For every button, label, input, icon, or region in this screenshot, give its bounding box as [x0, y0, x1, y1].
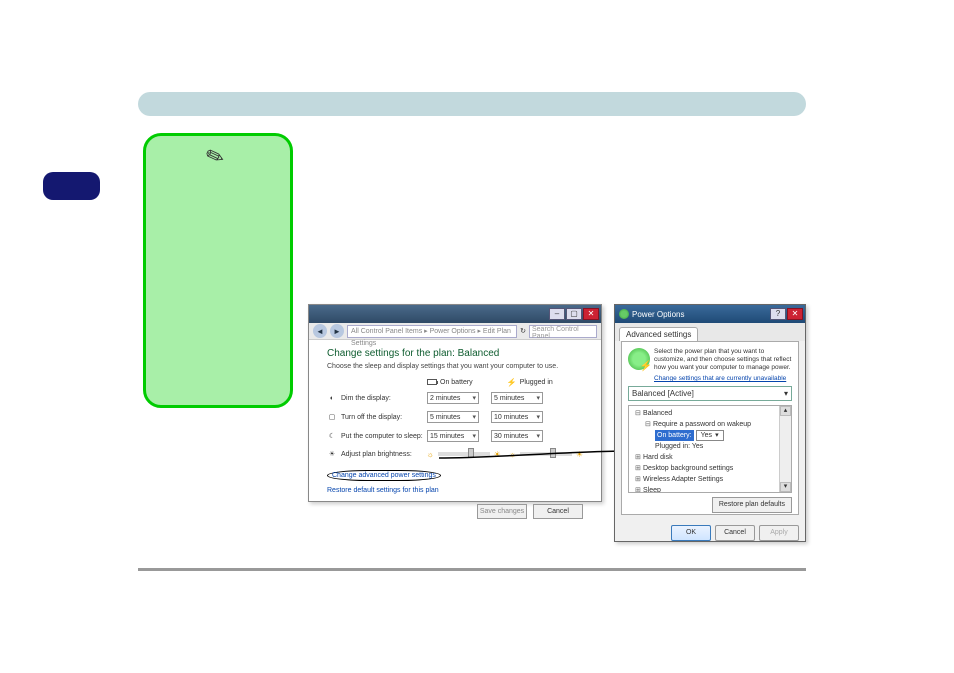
apply-button[interactable]: Apply — [759, 525, 799, 541]
address-bar: ◄ ► All Control Panel Items ▸ Power Opti… — [309, 323, 601, 340]
off-plugged-select[interactable]: 10 minutes — [491, 411, 543, 423]
titlebar: – ▢ ✕ — [309, 305, 601, 323]
sun-high-icon-2: ☀ — [576, 450, 583, 459]
power-options-dialog: Power Options ? ✕ Advanced settings Sele… — [614, 304, 806, 542]
display-off-icon: ▢ — [327, 412, 337, 422]
cancel-button[interactable]: Cancel — [533, 504, 583, 519]
sleep-battery-select[interactable]: 15 minutes — [427, 430, 479, 442]
tree-balanced[interactable]: Balanced — [643, 410, 672, 417]
refresh-icon[interactable]: ↻ — [520, 327, 526, 335]
dim-icon: ◐ — [327, 393, 337, 403]
titlebar: Power Options ? ✕ — [615, 305, 805, 323]
brightness-plugged-slider[interactable] — [520, 452, 572, 456]
page-title: Change settings for the plan: Balanced — [327, 348, 583, 359]
search-input[interactable]: Search Control Panel — [529, 325, 597, 338]
close-button[interactable]: ✕ — [787, 308, 803, 320]
tree-sleep[interactable]: Sleep — [643, 487, 661, 493]
dialog-title: Power Options — [632, 310, 684, 319]
brightness-battery-slider[interactable] — [438, 452, 490, 456]
cancel-button[interactable]: Cancel — [715, 525, 755, 541]
tree-on-battery[interactable]: On battery: — [655, 430, 694, 441]
dim-plugged-select[interactable]: 5 minutes — [491, 392, 543, 404]
col-on-battery: On battery — [427, 378, 473, 386]
tree-desktop-background[interactable]: Desktop background settings — [643, 465, 733, 472]
close-button[interactable]: ✕ — [583, 308, 599, 320]
forward-button[interactable]: ► — [330, 324, 344, 338]
restore-defaults-link[interactable]: Restore default settings for this plan — [327, 487, 583, 494]
section-header-bar — [138, 92, 806, 116]
pen-icon: ✎ — [202, 142, 228, 173]
back-button[interactable]: ◄ — [313, 324, 327, 338]
scroll-down-button[interactable]: ▾ — [780, 482, 791, 492]
brightness-label: Adjust plan brightness: — [341, 451, 427, 458]
sleep-label: Put the computer to sleep: — [341, 433, 427, 440]
off-battery-select[interactable]: 5 minutes — [427, 411, 479, 423]
tab-strip: Advanced settings — [615, 323, 805, 341]
tree-hard-disk[interactable]: Hard disk — [643, 454, 673, 461]
dim-label: Dim the display: — [341, 395, 427, 402]
change-unavailable-link[interactable]: Change settings that are currently unava… — [654, 375, 792, 382]
row-turn-off-display: ▢ Turn off the display: 5 minutes 10 min… — [327, 411, 583, 423]
tree-require-password[interactable]: Require a password on wakeup — [653, 421, 751, 428]
tree-wireless-adapter[interactable]: Wireless Adapter Settings — [643, 476, 723, 483]
note-callout-box: ✎ — [143, 133, 293, 408]
scroll-up-button[interactable]: ▴ — [780, 406, 791, 416]
change-advanced-link[interactable]: Change advanced power settings — [327, 470, 441, 481]
save-changes-button[interactable]: Save changes — [477, 504, 527, 519]
dim-battery-select[interactable]: 2 minutes — [427, 392, 479, 404]
dialog-description: Select the power plan that you want to c… — [654, 348, 792, 371]
sun-low-icon: ☼ — [427, 450, 434, 459]
page-footer-rule — [138, 568, 806, 571]
sleep-plugged-select[interactable]: 30 minutes — [491, 430, 543, 442]
plan-dropdown[interactable]: Balanced [Active] — [628, 386, 792, 401]
brightness-icon: ☀ — [327, 449, 337, 459]
on-battery-value-select[interactable]: Yes — [696, 430, 724, 441]
sun-high-icon: ☀ — [494, 450, 501, 459]
screenshot-composite: – ▢ ✕ ◄ ► All Control Panel Items ▸ Powe… — [308, 304, 806, 542]
col-plugged-in: Plugged in — [507, 378, 553, 386]
help-button[interactable]: ? — [770, 308, 786, 320]
maximize-button[interactable]: ▢ — [566, 308, 582, 320]
tree-scrollbar[interactable]: ▴ ▾ — [779, 406, 791, 492]
battery-icon — [427, 379, 437, 385]
sun-low-icon-2: ☼ — [509, 450, 516, 459]
power-plan-icon — [628, 348, 650, 370]
side-tab-pill — [43, 172, 100, 200]
edit-plan-window: – ▢ ✕ ◄ ► All Control Panel Items ▸ Powe… — [308, 304, 602, 502]
settings-tree[interactable]: ⊟Balanced ⊟Require a password on wakeup … — [628, 405, 792, 493]
row-dim-display: ◐ Dim the display: 2 minutes 5 minutes — [327, 392, 583, 404]
tab-advanced-settings[interactable]: Advanced settings — [619, 327, 698, 341]
breadcrumb[interactable]: All Control Panel Items ▸ Power Options … — [347, 325, 517, 338]
sleep-icon: ☾ — [327, 431, 337, 441]
minimize-button[interactable]: – — [549, 308, 565, 320]
off-label: Turn off the display: — [341, 414, 427, 421]
row-sleep: ☾ Put the computer to sleep: 15 minutes … — [327, 430, 583, 442]
ok-button[interactable]: OK — [671, 525, 711, 541]
plug-icon — [507, 378, 517, 386]
page-subtitle: Choose the sleep and display settings th… — [327, 363, 583, 370]
tree-plugged-in[interactable]: Plugged in: Yes — [629, 441, 791, 452]
power-options-icon — [619, 309, 629, 319]
restore-plan-defaults-button[interactable]: Restore plan defaults — [712, 497, 792, 513]
row-brightness: ☀ Adjust plan brightness: ☼ ☀ ☼ ☀ — [327, 449, 583, 459]
